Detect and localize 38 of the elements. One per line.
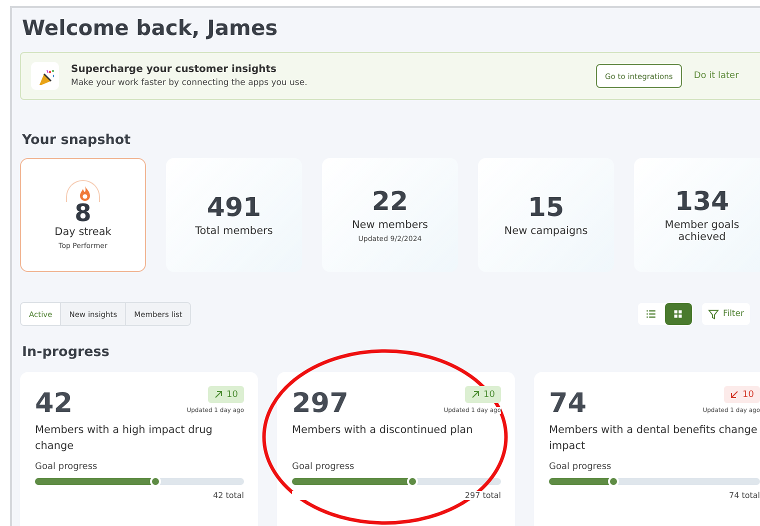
- stat-value: 15: [528, 193, 564, 223]
- arrow-up-right-icon: [470, 390, 480, 399]
- stat-label: Day streak: [54, 226, 112, 238]
- banner-title: Supercharge your customer insights: [71, 64, 278, 75]
- goal-title: Members with a discontinued plan: [292, 423, 474, 438]
- trend-badge: 10: [208, 386, 244, 403]
- stat-value: 491: [206, 193, 262, 223]
- stat-label: New campaigns: [504, 225, 588, 237]
- arrow-up-right-icon: [214, 390, 223, 399]
- goal-value: 74: [549, 388, 587, 420]
- page-title: Welcome back, James: [22, 16, 279, 40]
- grid-icon: [673, 309, 684, 319]
- progress-label: Goal progress: [549, 462, 612, 472]
- stat-label: Member goals achieved: [664, 219, 740, 243]
- arrow-down-left-icon: [730, 390, 739, 399]
- section-title: In-progress: [22, 344, 110, 360]
- progress-label: Goal progress: [35, 462, 98, 472]
- stat-value: 22: [372, 187, 408, 217]
- party-popper-icon: [31, 62, 59, 90]
- banner-text: Make your work faster by connecting the apps you use.: [71, 78, 308, 88]
- total-text: 297 total: [292, 491, 501, 500]
- trend-badge: 10: [724, 386, 760, 403]
- goal-title: Members with a high impact drug change: [35, 423, 214, 454]
- progress-label: Goal progress: [292, 462, 356, 472]
- stat-value: 134: [674, 187, 730, 217]
- later-link[interactable]: Do it later: [694, 71, 739, 81]
- goal-title: Members with a dental benefits change impact: [549, 423, 758, 454]
- filter-icon: [708, 308, 719, 320]
- trend-badge: 10: [464, 386, 501, 403]
- streak-value: 8: [74, 202, 92, 224]
- filters-button[interactable]: Filter: [702, 303, 750, 325]
- goal-value: 42: [35, 388, 73, 420]
- grid-view-button[interactable]: [664, 303, 692, 325]
- section-title: Your snapshot: [22, 132, 132, 148]
- list-icon: [646, 309, 656, 319]
- goal-value: 297: [292, 388, 348, 420]
- stat-label: New members: [352, 219, 428, 231]
- stat-label: Total members: [195, 225, 273, 237]
